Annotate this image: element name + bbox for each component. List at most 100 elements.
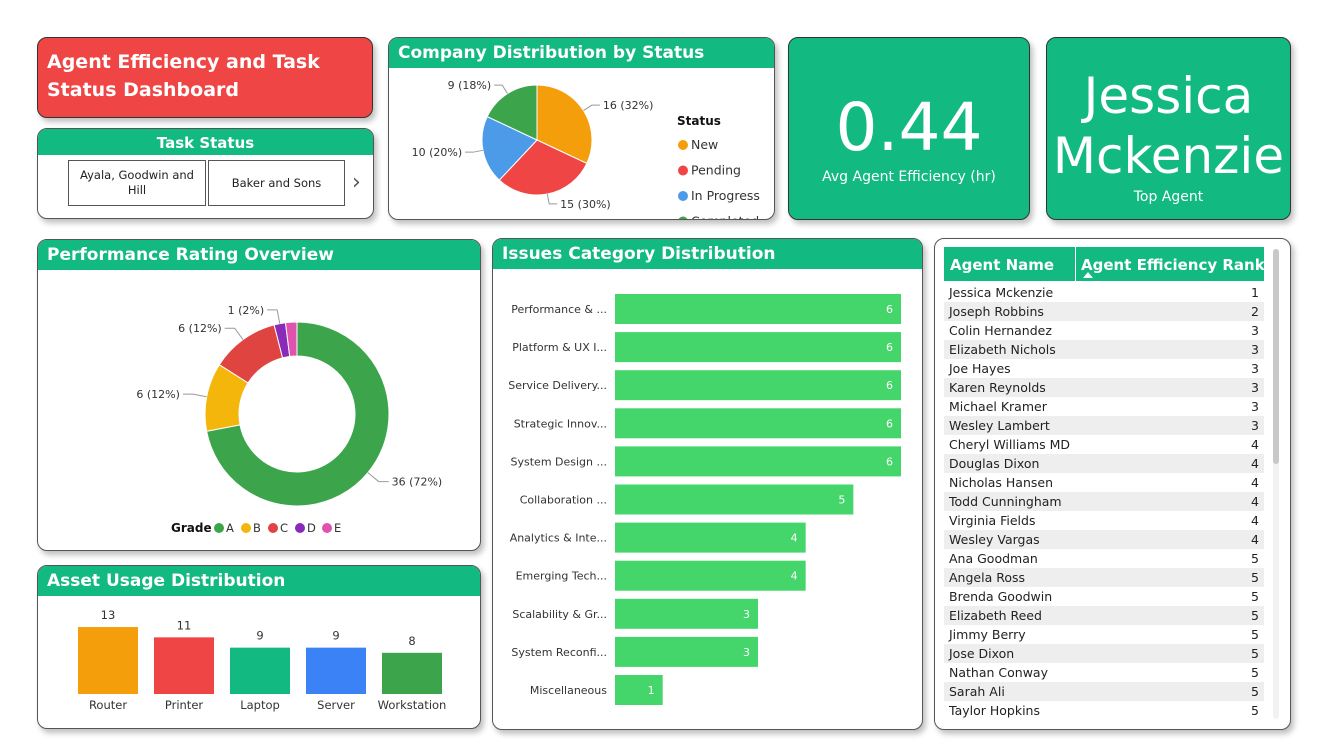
agent-rank-cell: 3: [1251, 418, 1259, 433]
agent-name-cell: Sarah Ali: [949, 684, 1005, 699]
table-row[interactable]: Colin Hernandez 3: [944, 321, 1264, 340]
asset-usage-chart: 13 Router 11 Printer 9 Laptop 9 Server 8 Workstat…: [78, 608, 446, 712]
table-row[interactable]: Douglas Dixon 4: [944, 454, 1264, 473]
agent-name-cell: Jimmy Berry: [949, 627, 1026, 642]
pie-data-label: 9 (18%): [448, 79, 492, 92]
category-label: Analytics & Inte...: [510, 532, 607, 545]
category-label: Laptop: [240, 698, 280, 712]
table-row[interactable]: Joseph Robbins 2: [944, 302, 1264, 321]
table-row[interactable]: Nicholas Hansen 4: [944, 473, 1264, 492]
donut-leader-line: [182, 393, 207, 398]
agent-rank-cell: 4: [1251, 437, 1259, 452]
category-label: System Design ...: [511, 455, 607, 468]
agent-name-cell: Jose Dixon: [949, 646, 1015, 661]
legend-label-pending: Pending: [691, 163, 741, 178]
table-row[interactable]: Nathan Conway 5: [944, 663, 1264, 682]
sort-ascending-icon[interactable]: [1083, 272, 1093, 278]
agent-name-cell: Angela Ross: [949, 570, 1026, 585]
agent-name-cell: Colin Hernandez: [949, 323, 1052, 338]
issues-card: Issues Category Distribution Performance…: [492, 238, 923, 730]
agent-name-cell: Karen Reynolds: [949, 380, 1046, 395]
agent-rank-cell: 3: [1251, 361, 1259, 376]
legend-label-a: A: [226, 521, 234, 535]
table-row[interactable]: Sarah Ali 5: [944, 682, 1264, 701]
issues-title: Issues Category Distribution: [493, 239, 922, 269]
donut-leader-line: [267, 309, 281, 324]
agent-name-cell: Jessica Mckenzie: [949, 285, 1054, 300]
table-row[interactable]: Wesley Vargas 4: [944, 530, 1264, 549]
agent-name-cell: Cheryl Williams MD: [949, 437, 1071, 452]
agent-rank-cell: 4: [1251, 513, 1259, 528]
bar-miscellaneous: [615, 675, 663, 705]
table-row[interactable]: Cheryl Williams MD 4: [944, 435, 1264, 454]
table-row[interactable]: Wesley Lambert 3: [944, 416, 1264, 435]
bar-performance: [615, 294, 901, 324]
bar-service-delivery: [615, 370, 901, 401]
bar-analytics-inte: [615, 522, 806, 553]
scrollbar-thumb[interactable]: [1273, 249, 1279, 464]
agent-name-cell: Joseph Robbins: [949, 304, 1044, 319]
table-row[interactable]: Joe Hayes 3: [944, 359, 1264, 378]
legend-label-new: New: [691, 137, 718, 152]
table-row[interactable]: Jose Dixon 5: [944, 644, 1264, 663]
bar-value-label: 3: [743, 608, 750, 621]
agent-rank-cell: 4: [1251, 532, 1259, 547]
performance-card: Performance Rating Overview 36 (72%) 6 (1…: [37, 239, 481, 551]
bar-value-label: 1: [648, 684, 655, 697]
slicer-item-ayala[interactable]: Ayala, Goodwin and Hill: [68, 160, 206, 206]
agent-rank-cell: 5: [1251, 551, 1259, 566]
column-header-rank[interactable]: Agent Efficiency Rank: [1081, 256, 1265, 274]
bar-laptop: [230, 647, 290, 694]
performance-donut: 36 (72%) 6 (12%) 6 (12%) 1 (2%) Grade A B C D E: [136, 304, 443, 535]
agent-name-cell: Michael Kramer: [949, 399, 1047, 414]
task-status-slicer: Task Status Ayala, Goodwin and Hill Bake…: [37, 128, 374, 219]
chevron-right-icon[interactable]: ›: [352, 170, 361, 195]
table-row[interactable]: Karen Reynolds 3: [944, 378, 1264, 397]
donut-data-label: 6 (12%): [136, 388, 180, 401]
bar-value-label: 13: [101, 608, 116, 622]
category-label: Router: [89, 698, 127, 712]
table-row[interactable]: Ana Goodman 5: [944, 549, 1264, 568]
bar-value-label: 8: [408, 634, 415, 648]
kpi-avg-efficiency-value: 0.44: [835, 89, 983, 166]
table-row[interactable]: Virginia Fields 4: [944, 511, 1264, 530]
agents-table-body: Jessica Mckenzie 1 Joseph Robbins 2 Colin He…: [944, 283, 1264, 720]
agent-rank-cell: 5: [1251, 665, 1259, 680]
table-row[interactable]: Jimmy Berry 5: [944, 625, 1264, 644]
category-label: Miscellaneous: [530, 684, 607, 697]
bar-server: [306, 647, 366, 694]
asset-usage-title: Asset Usage Distribution: [38, 566, 480, 596]
category-label: Server: [317, 698, 355, 712]
pie-data-label: 16 (32%): [603, 99, 654, 112]
agent-name-cell: Todd Cunningham: [949, 494, 1062, 509]
table-row[interactable]: Taylor Hopkins 5: [944, 701, 1264, 720]
bar-value-label: 6: [886, 303, 893, 316]
legend-marker: [214, 523, 224, 533]
agent-rank-cell: 1: [1251, 285, 1259, 300]
category-label: Printer: [165, 698, 204, 712]
table-row[interactable]: Michael Kramer 3: [944, 397, 1264, 416]
legend-marker: [322, 523, 332, 533]
task-status-header: Task Status: [38, 129, 373, 155]
table-row[interactable]: Jessica Mckenzie 1: [944, 283, 1264, 302]
slicer-item-baker[interactable]: Baker and Sons: [208, 160, 345, 206]
donut-leader-line: [367, 472, 389, 483]
table-row[interactable]: Todd Cunningham 4: [944, 492, 1264, 511]
dashboard-title-card: Agent Efficiency and Task Status Dashboa…: [37, 37, 373, 118]
table-row[interactable]: Elizabeth Reed 5: [944, 606, 1264, 625]
bar-emerging-tech: [615, 560, 806, 591]
bar-printer: [154, 637, 214, 694]
legend-marker: [678, 140, 688, 150]
agent-rank-cell: 3: [1251, 323, 1259, 338]
table-row[interactable]: Angela Ross 5: [944, 568, 1264, 587]
table-row[interactable]: Elizabeth Nichols 3: [944, 340, 1264, 359]
company-status-title: Company Distribution by Status: [389, 38, 774, 68]
table-row[interactable]: Brenda Goodwin 5: [944, 587, 1264, 606]
agent-name-cell: Wesley Vargas: [949, 532, 1040, 547]
kpi-avg-efficiency-label: Avg Agent Efficiency (hr): [822, 169, 996, 185]
performance-title: Performance Rating Overview: [38, 240, 480, 270]
column-header-agent-name[interactable]: Agent Name: [950, 256, 1054, 274]
agent-rank-cell: 5: [1251, 684, 1259, 699]
agent-name-cell: Ana Goodman: [949, 551, 1038, 566]
donut-data-label: 36 (72%): [392, 476, 443, 489]
